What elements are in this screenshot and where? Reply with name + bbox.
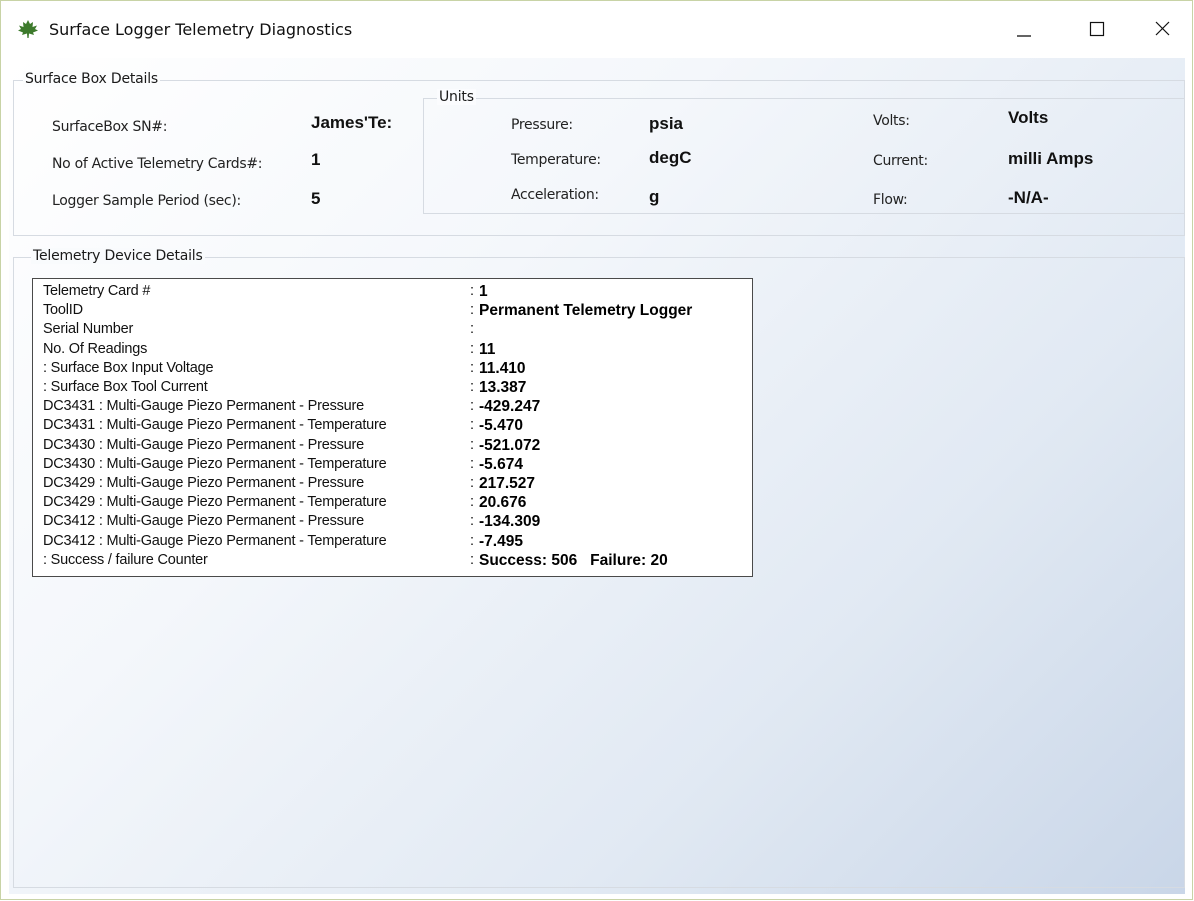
sample-period-value: 5 bbox=[311, 189, 321, 208]
current-unit-label: Current: bbox=[873, 153, 928, 169]
close-icon bbox=[1155, 21, 1170, 36]
telemetry-row[interactable]: DC3430 : Multi-Gauge Piezo Permanent - P… bbox=[33, 437, 752, 454]
telemetry-row-value: -521.072 bbox=[479, 436, 541, 454]
surface-box-legend: Surface Box Details bbox=[23, 71, 160, 87]
telemetry-row-separator: : bbox=[470, 321, 475, 338]
current-unit-value: milli Amps bbox=[1008, 149, 1094, 168]
telemetry-row-value: 217.527 bbox=[479, 475, 536, 492]
telemetry-row-key: DC3429 : Multi-Gauge Piezo Permanent - T… bbox=[43, 494, 387, 511]
telemetry-row-key: : Surface Box Tool Current bbox=[43, 379, 208, 395]
client-area: Surface Box Details SurfaceBox SN#: Jame… bbox=[9, 58, 1185, 894]
close-button[interactable] bbox=[1145, 15, 1181, 43]
maximize-icon bbox=[1089, 21, 1105, 37]
telemetry-row-value: -5.470 bbox=[479, 417, 523, 435]
telemetry-row-separator: : bbox=[470, 302, 475, 319]
telemetry-row[interactable]: DC3431 : Multi-Gauge Piezo Permanent - P… bbox=[33, 398, 752, 415]
temperature-unit-label: Temperature: bbox=[511, 152, 601, 168]
telemetry-row[interactable]: DC3429 : Multi-Gauge Piezo Permanent - T… bbox=[33, 494, 752, 511]
telemetry-row-separator: : bbox=[470, 494, 475, 511]
telemetry-legend: Telemetry Device Details bbox=[31, 248, 205, 264]
maximize-button[interactable] bbox=[1079, 15, 1115, 43]
telemetry-row-separator: : bbox=[470, 436, 475, 453]
telemetry-row[interactable]: : Success / failure Counter: Success: 506… bbox=[33, 552, 752, 569]
telemetry-row[interactable]: : Surface Box Input Voltage:11.410 bbox=[33, 360, 752, 377]
telemetry-row-value: -5.674 bbox=[479, 455, 523, 473]
telemetry-row-key: : Success / failure Counter bbox=[43, 551, 208, 568]
minimize-icon bbox=[1017, 35, 1031, 37]
telemetry-row-separator: : bbox=[470, 340, 475, 357]
telemetry-row-separator: : bbox=[470, 379, 475, 395]
telemetry-row-value: -7.495 bbox=[479, 532, 523, 550]
telemetry-row-value: 20.676 bbox=[479, 494, 527, 512]
acceleration-unit-value: g bbox=[649, 187, 660, 206]
volts-unit-value: Volts bbox=[1008, 108, 1049, 127]
telemetry-row-value: -429.247 bbox=[479, 398, 541, 416]
pressure-unit-value: psia bbox=[649, 114, 684, 133]
units-legend: Units bbox=[437, 89, 476, 105]
telemetry-row[interactable]: DC3412 : Multi-Gauge Piezo Permanent - P… bbox=[33, 513, 752, 530]
telemetry-row-key: DC3430 : Multi-Gauge Piezo Permanent - T… bbox=[43, 455, 387, 472]
telemetry-row-separator: : bbox=[470, 417, 475, 434]
telemetry-row-value: 1 bbox=[479, 283, 488, 300]
telemetry-row-separator: : bbox=[470, 283, 475, 299]
telemetry-row-separator: : bbox=[470, 398, 475, 415]
flow-unit-value: -N/A- bbox=[1008, 188, 1049, 207]
telemetry-row-value: Permanent Telemetry Logger bbox=[479, 302, 693, 320]
telemetry-row-value: 11 bbox=[479, 340, 496, 358]
telemetry-row-key: DC3429 : Multi-Gauge Piezo Permanent - P… bbox=[43, 475, 365, 491]
telemetry-row[interactable]: Telemetry Card #:1 bbox=[33, 283, 752, 300]
telemetry-listbox[interactable]: Telemetry Card #:1 ToolID: Permanent Telem… bbox=[32, 278, 753, 577]
temperature-unit-value: degC bbox=[649, 148, 692, 167]
telemetry-row-value: 13.387 bbox=[479, 379, 527, 396]
telemetry-row[interactable]: DC3412 : Multi-Gauge Piezo Permanent - T… bbox=[33, 533, 752, 550]
telemetry-row-key: ToolID bbox=[43, 302, 83, 319]
flow-unit-label: Flow: bbox=[873, 192, 908, 208]
telemetry-row-separator: : bbox=[470, 475, 475, 491]
sample-period-label: Logger Sample Period (sec): bbox=[52, 193, 241, 209]
telemetry-row[interactable]: DC3430 : Multi-Gauge Piezo Permanent - T… bbox=[33, 456, 752, 473]
telemetry-row-key: No. Of Readings bbox=[43, 340, 148, 357]
telemetry-row[interactable]: ToolID: Permanent Telemetry Logger bbox=[33, 302, 752, 319]
telemetry-row-key: Telemetry Card # bbox=[43, 283, 151, 299]
telemetry-row-key: DC3412 : Multi-Gauge Piezo Permanent - T… bbox=[43, 532, 387, 549]
sn-value: James'Te: bbox=[311, 113, 393, 132]
telemetry-row-key: DC3431 : Multi-Gauge Piezo Permanent - P… bbox=[43, 398, 365, 415]
acceleration-unit-label: Acceleration: bbox=[511, 187, 599, 203]
telemetry-row[interactable]: DC3431 : Multi-Gauge Piezo Permanent - T… bbox=[33, 417, 752, 434]
telemetry-row-key: : Surface Box Input Voltage bbox=[43, 359, 214, 376]
pressure-unit-label: Pressure: bbox=[511, 117, 573, 133]
telemetry-row-separator: : bbox=[470, 359, 475, 376]
telemetry-row-value: Success: 506 Failure: 20 bbox=[479, 551, 668, 569]
title-bar[interactable]: Surface Logger Telemetry Diagnostics bbox=[1, 1, 1192, 57]
telemetry-row-value: 11.410 bbox=[479, 359, 526, 377]
telemetry-row-key: DC3412 : Multi-Gauge Piezo Permanent - P… bbox=[43, 513, 365, 530]
telemetry-row[interactable]: Serial Number: bbox=[33, 321, 752, 338]
active-cards-label: No of Active Telemetry Cards#: bbox=[52, 156, 263, 172]
telemetry-row-separator: : bbox=[470, 513, 475, 530]
telemetry-row[interactable]: No. Of Readings:11 bbox=[33, 341, 752, 358]
telemetry-row-separator: : bbox=[470, 532, 475, 549]
telemetry-row-key: DC3431 : Multi-Gauge Piezo Permanent - T… bbox=[43, 417, 387, 434]
active-cards-value: 1 bbox=[311, 150, 321, 169]
maple-leaf-icon bbox=[18, 20, 38, 38]
telemetry-row-separator: : bbox=[470, 551, 475, 568]
telemetry-row-value: -134.309 bbox=[479, 513, 541, 531]
telemetry-row[interactable]: DC3429 : Multi-Gauge Piezo Permanent - P… bbox=[33, 475, 752, 492]
telemetry-row-key: DC3430 : Multi-Gauge Piezo Permanent - P… bbox=[43, 436, 365, 453]
volts-unit-label: Volts: bbox=[873, 113, 910, 129]
minimize-button[interactable] bbox=[1006, 15, 1042, 43]
telemetry-row-separator: : bbox=[470, 455, 475, 472]
telemetry-row[interactable]: : Surface Box Tool Current:13.387 bbox=[33, 379, 752, 396]
sn-label: SurfaceBox SN#: bbox=[52, 119, 168, 135]
app-window: Surface Logger Telemetry Diagnostics Sur… bbox=[0, 0, 1193, 900]
telemetry-row-key: Serial Number bbox=[43, 321, 134, 338]
window-title: Surface Logger Telemetry Diagnostics bbox=[49, 20, 353, 39]
